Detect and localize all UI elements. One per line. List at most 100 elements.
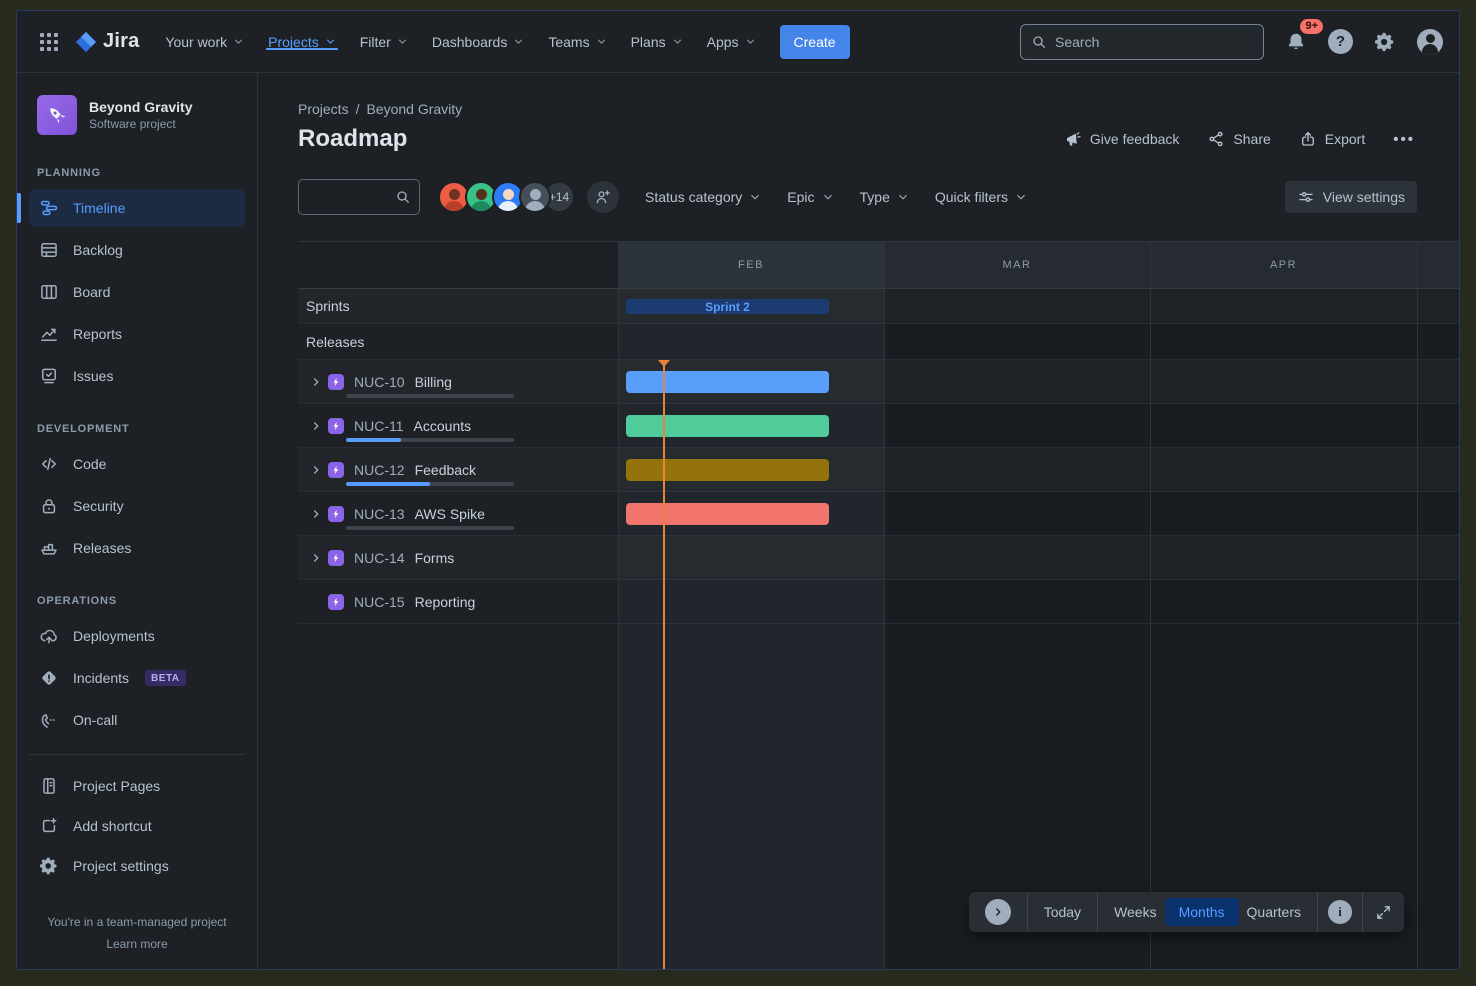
chevron-down-icon (749, 191, 761, 203)
sidebar-item-security[interactable]: Security (29, 487, 245, 525)
expand-chevron-icon[interactable] (306, 463, 326, 477)
global-search-input[interactable] (1055, 34, 1253, 50)
issues-icon (39, 366, 59, 386)
epic-icon (328, 594, 344, 610)
give-feedback-button[interactable]: Give feedback (1063, 130, 1180, 149)
avatar-user-4[interactable] (519, 181, 551, 213)
today-marker-line (663, 360, 665, 969)
sidebar-item-releases[interactable]: Releases (29, 529, 245, 567)
fullscreen-button[interactable] (1363, 892, 1404, 932)
releases-row-label[interactable]: Releases (306, 334, 364, 350)
project-header[interactable]: Beyond Gravity Software project (29, 95, 245, 141)
megaphone-icon (1063, 130, 1082, 149)
nav-dashboards[interactable]: Dashboards (420, 34, 537, 50)
top-navigation-bar: Jira Your work Projects Filter Dashboard… (17, 11, 1459, 73)
timeline-zoom-toolbar: Today Weeks Months Quarters i (969, 892, 1404, 932)
epic-key: NUC-11 (354, 418, 404, 434)
sidebar-item-incidents[interactable]: Incidents BETA (29, 659, 245, 697)
timeline-search-input[interactable] (307, 189, 395, 205)
sidebar-item-project-settings[interactable]: Project settings (29, 847, 245, 885)
today-marker-arrow (658, 360, 670, 367)
question-mark-icon: ? (1336, 33, 1345, 50)
help-button[interactable]: ? (1328, 29, 1353, 54)
epic-name: Forms (415, 550, 455, 566)
nav-apps[interactable]: Apps (695, 34, 768, 50)
chevron-down-icon (897, 191, 909, 203)
chevron-down-icon (397, 36, 408, 47)
sidebar-item-project-pages[interactable]: Project Pages (29, 767, 245, 805)
view-settings-button[interactable]: View settings (1285, 181, 1417, 213)
sidebar-item-add-shortcut[interactable]: Add shortcut (29, 807, 245, 845)
epic-name: AWS Spike (415, 506, 485, 522)
nav-teams[interactable]: Teams (536, 34, 618, 50)
epic-key: NUC-10 (354, 374, 405, 390)
sliders-icon (1297, 188, 1315, 206)
type-dropdown[interactable]: Type (860, 189, 909, 205)
share-button[interactable]: Share (1207, 130, 1270, 148)
sidebar-item-on-call[interactable]: On-call (29, 701, 245, 739)
timeline-search[interactable] (298, 179, 420, 215)
epic-name: Feedback (415, 462, 476, 478)
chart-line-icon (39, 324, 59, 344)
add-person-icon (594, 188, 612, 206)
expand-chevron-icon[interactable] (306, 419, 326, 433)
nav-filter[interactable]: Filter (348, 34, 420, 50)
add-person-button[interactable] (587, 181, 619, 213)
epic-progress-track (346, 438, 514, 442)
sidebar-item-code[interactable]: Code (29, 445, 245, 483)
cloud-upload-icon (39, 626, 59, 646)
project-name: Beyond Gravity (89, 99, 192, 115)
sprints-row-label[interactable]: Sprints (306, 298, 350, 314)
timeline-panel: Sprints Sprint 2 Releases NUC-10 Billing (298, 241, 1459, 969)
month-header-apr: APR (1150, 242, 1417, 289)
search-icon (395, 189, 411, 205)
sidebar-item-backlog[interactable]: Backlog (29, 231, 245, 269)
jira-app-window: Jira Your work Projects Filter Dashboard… (16, 10, 1460, 970)
more-actions-button[interactable]: ••• (1393, 131, 1415, 148)
learn-more-link[interactable]: Learn more (29, 933, 245, 955)
global-search[interactable] (1020, 24, 1264, 60)
notifications-button[interactable]: 9+ (1280, 26, 1312, 58)
settings-button[interactable] (1369, 26, 1401, 58)
user-avatar[interactable] (1417, 29, 1443, 55)
scroll-right-button[interactable] (969, 892, 1027, 932)
nav-your-work[interactable]: Your work (153, 34, 256, 50)
sidebar-item-board[interactable]: Board (29, 273, 245, 311)
today-button[interactable]: Today (1028, 892, 1097, 932)
export-button[interactable]: Export (1299, 130, 1365, 148)
jira-logo[interactable]: Jira (75, 30, 139, 53)
sidebar-item-timeline[interactable]: Timeline (29, 189, 245, 227)
expand-chevron-icon[interactable] (306, 375, 326, 389)
zoom-quarters-button[interactable]: Quarters (1243, 892, 1317, 932)
expand-chevron-icon[interactable] (306, 551, 326, 565)
epic-key: NUC-15 (354, 594, 405, 610)
quick-filters-dropdown[interactable]: Quick filters (935, 189, 1027, 205)
zoom-weeks-button[interactable]: Weeks (1098, 892, 1161, 932)
epic-progress-track (346, 482, 514, 486)
nav-projects[interactable]: Projects (256, 34, 348, 50)
timeline-icon (39, 198, 59, 218)
chevron-down-icon (325, 36, 336, 47)
info-icon: i (1338, 904, 1342, 920)
sidebar-item-deployments[interactable]: Deployments (29, 617, 245, 655)
breadcrumb: Projects / Beyond Gravity (298, 99, 1415, 119)
sidebar-item-issues[interactable]: Issues (29, 357, 245, 395)
add-shortcut-icon (39, 816, 59, 836)
expand-chevron-icon[interactable] (306, 507, 326, 521)
zoom-months-button[interactable]: Months (1165, 898, 1239, 926)
create-button[interactable]: Create (780, 25, 850, 59)
breadcrumb-projects[interactable]: Projects (298, 101, 349, 117)
bell-icon (1285, 31, 1307, 53)
timeline-info-button[interactable]: i (1318, 892, 1362, 932)
board-icon (39, 282, 59, 302)
status-category-dropdown[interactable]: Status category (645, 189, 761, 205)
backlog-icon (39, 240, 59, 260)
sidebar-item-reports[interactable]: Reports (29, 315, 245, 353)
main-content: Projects / Beyond Gravity Roadmap Give f… (258, 73, 1459, 969)
rocket-icon (45, 103, 69, 127)
breadcrumb-project-name[interactable]: Beyond Gravity (366, 101, 462, 117)
avatar-stack: +14 (438, 181, 575, 213)
app-switcher-icon[interactable] (33, 26, 65, 58)
nav-plans[interactable]: Plans (619, 34, 695, 50)
epic-dropdown[interactable]: Epic (787, 189, 833, 205)
